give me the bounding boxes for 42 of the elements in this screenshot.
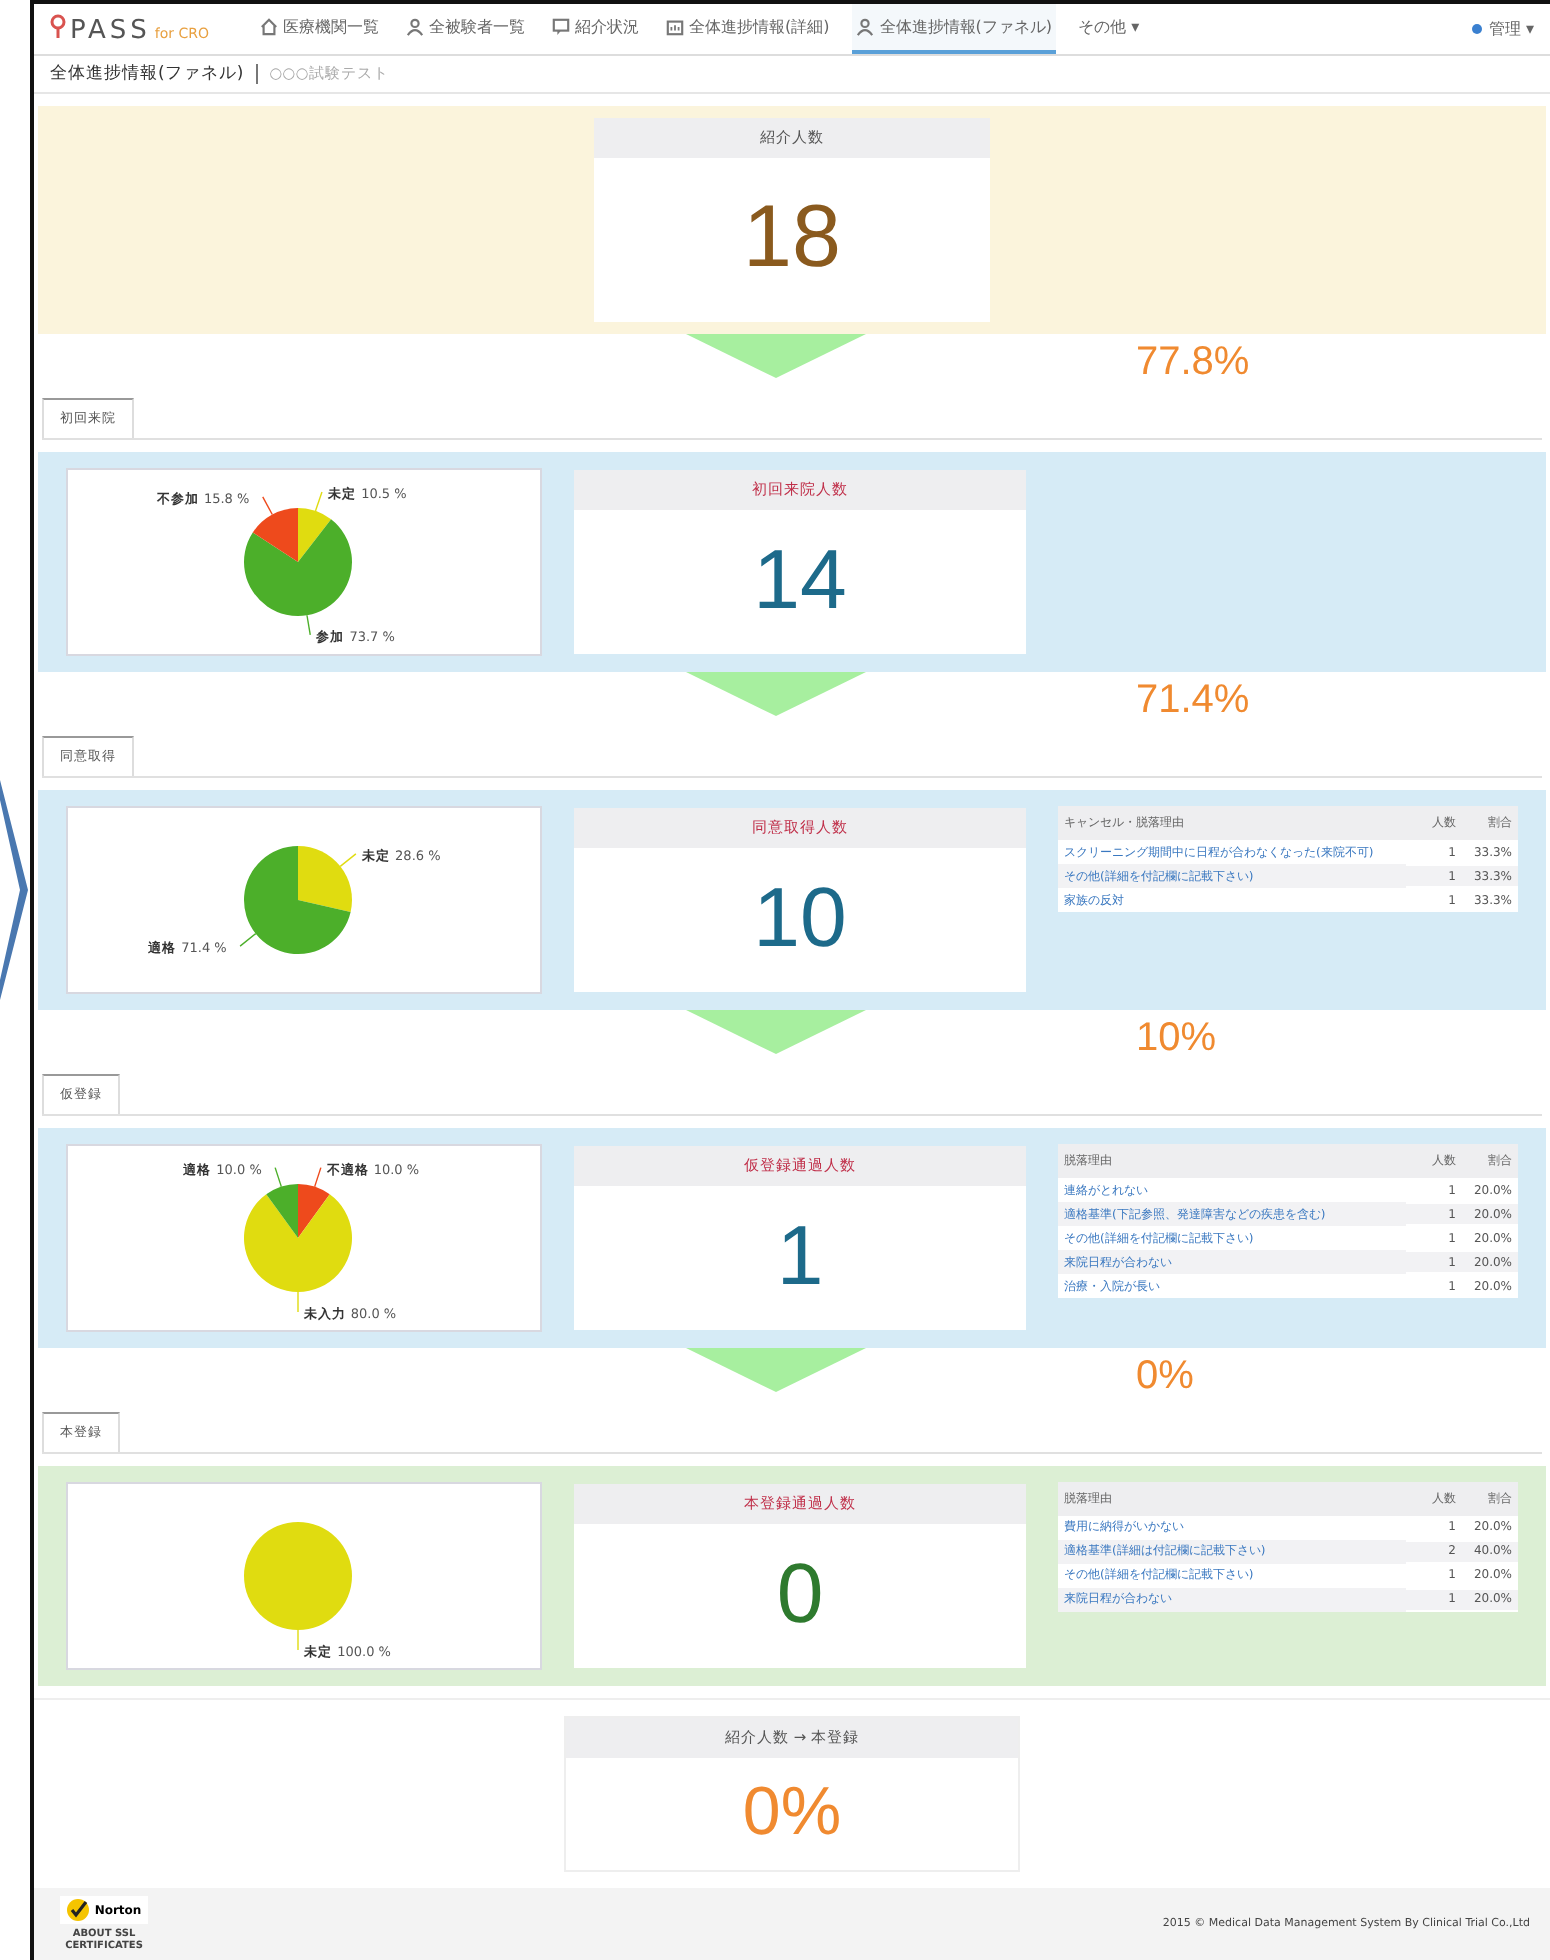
home-icon bbox=[259, 18, 278, 36]
leader-line bbox=[274, 1166, 282, 1188]
pin-icon bbox=[50, 13, 66, 37]
count-value: 18 bbox=[741, 186, 843, 291]
logo-text: PASS bbox=[70, 15, 151, 45]
page-title: 全体進捗情報(ファネル) bbox=[50, 62, 244, 87]
count-value: 1 bbox=[774, 1206, 826, 1307]
user-menu[interactable]: 管理 ▾ bbox=[1472, 18, 1534, 40]
summary-value: 0% bbox=[740, 1771, 844, 1854]
pie-slice bbox=[244, 1521, 352, 1630]
nav-tab[interactable]: 医療機関一覧 bbox=[255, 4, 384, 54]
count-value: 0 bbox=[774, 1543, 826, 1644]
leader-line bbox=[339, 853, 357, 868]
person-icon bbox=[855, 18, 874, 36]
conversion-rate: 10% bbox=[1136, 1016, 1217, 1063]
chevron-icon bbox=[0, 780, 28, 1000]
down-arrow-icon bbox=[686, 333, 866, 378]
conversion-rate: 77.8% bbox=[1136, 340, 1250, 387]
checkmark-icon bbox=[66, 1898, 91, 1922]
status-dot-icon bbox=[1472, 24, 1483, 34]
leader-line bbox=[239, 933, 257, 947]
conversion-rate: 0% bbox=[1136, 1354, 1194, 1400]
leader-line bbox=[297, 1291, 299, 1313]
leader-line bbox=[306, 614, 311, 636]
count-value: 10 bbox=[751, 868, 849, 969]
nav-tab[interactable]: その他 ▾ bbox=[1074, 4, 1144, 54]
down-arrow-icon bbox=[686, 1009, 866, 1054]
chat-icon bbox=[551, 18, 570, 36]
nav-tab[interactable]: 全被験者一覧 bbox=[401, 4, 530, 54]
leader-line bbox=[314, 1166, 322, 1188]
leader-line bbox=[314, 491, 323, 512]
nav-tab[interactable]: 全体進捗情報(詳細) bbox=[661, 4, 834, 54]
nav-tab[interactable]: 紹介状況 bbox=[547, 4, 644, 54]
person-icon bbox=[405, 18, 424, 36]
chart-icon bbox=[665, 18, 684, 36]
leader-line bbox=[297, 1629, 299, 1651]
leader-line bbox=[262, 496, 273, 516]
down-arrow-icon bbox=[686, 671, 866, 716]
down-arrow-icon bbox=[686, 1347, 866, 1391]
count-value: 14 bbox=[751, 530, 849, 631]
conversion-rate: 71.4% bbox=[1136, 678, 1250, 725]
nav-tab[interactable]: 全体進捗情報(ファネル) bbox=[851, 4, 1057, 54]
